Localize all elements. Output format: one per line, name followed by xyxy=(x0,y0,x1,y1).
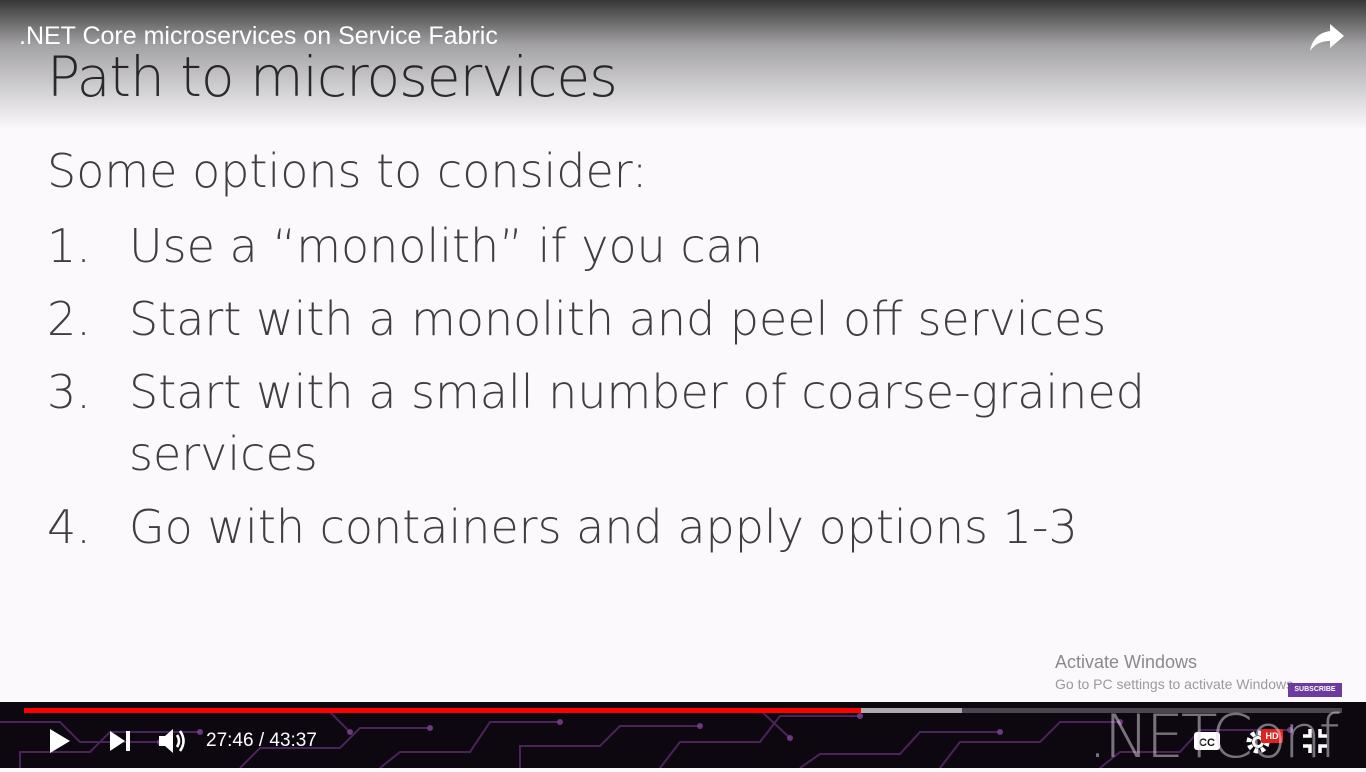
activate-windows-title: Activate Windows xyxy=(1055,652,1198,672)
exit-fullscreen-icon xyxy=(1303,729,1327,753)
time-current: 27:46 xyxy=(206,730,254,751)
video-frame[interactable]: Path to microservices Some options to co… xyxy=(0,0,1366,768)
play-button[interactable] xyxy=(44,726,74,756)
captions-button[interactable]: CC xyxy=(1192,729,1222,753)
time-separator: / xyxy=(258,730,265,751)
list-item-text: Go with containers and apply options 1-3 xyxy=(129,500,1078,554)
next-button[interactable] xyxy=(106,728,134,754)
time-total: 43:37 xyxy=(269,730,317,751)
captions-icon: CC xyxy=(1194,732,1220,750)
progress-played xyxy=(24,708,861,713)
video-title[interactable]: .NET Core microservices on Service Fabri… xyxy=(19,20,498,52)
progress-bar[interactable] xyxy=(24,708,1342,713)
list-item-number: 4. xyxy=(47,500,91,554)
share-button[interactable] xyxy=(1306,18,1348,56)
slide-subtitle: Some options to consider: xyxy=(47,144,648,198)
slide-title: Path to microservices xyxy=(47,45,618,109)
exit-fullscreen-button[interactable] xyxy=(1300,726,1330,756)
activate-windows-hint: Go to PC settings to activate Windows. xyxy=(1055,676,1297,692)
volume-icon xyxy=(159,729,185,753)
time-display: 27:46 / 43:37 xyxy=(206,729,317,753)
svg-text:CC: CC xyxy=(1199,737,1215,749)
list-item-number: 1. xyxy=(47,219,91,273)
play-icon xyxy=(50,729,70,753)
share-icon xyxy=(1310,24,1344,51)
list-item-number: 3. xyxy=(47,365,91,419)
list-item-text: Use a “monolith” if you can xyxy=(129,219,764,273)
list-item-text: Start with a small number of coarse-grai… xyxy=(129,365,1145,481)
hd-badge: HD xyxy=(1261,729,1283,743)
list-item-number: 2. xyxy=(47,292,91,346)
activate-windows-watermark: Activate Windows Go to PC settings to ac… xyxy=(1055,651,1297,695)
volume-button[interactable] xyxy=(156,726,190,756)
next-icon xyxy=(110,731,130,751)
subscribe-badge[interactable]: SUBSCRIBE xyxy=(1288,683,1342,697)
list-item-text: Start with a monolith and peel off servi… xyxy=(129,292,1107,346)
